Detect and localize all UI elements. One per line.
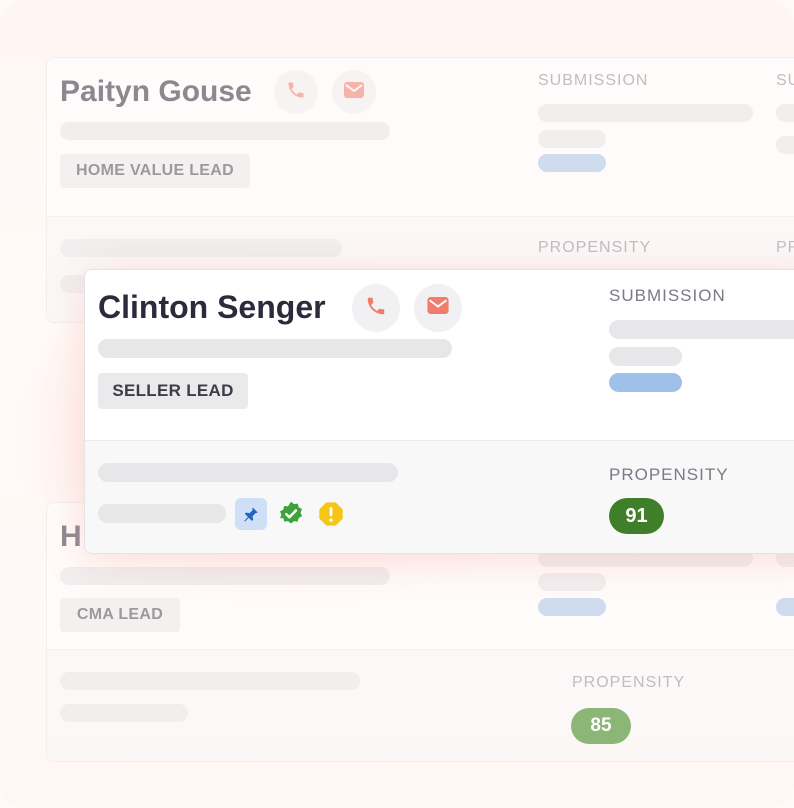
placeholder-bar [538,104,753,122]
placeholder-bar [776,136,794,154]
lead-name: Paityn Gouse [60,75,252,108]
placeholder-bar [60,567,390,585]
propensity-label-secondary: PR [776,239,794,256]
placeholder-bar [538,573,606,591]
propensity-label: PROPENSITY [609,465,729,484]
placeholder-bar-blue [609,373,682,392]
placeholder-bar [776,104,794,122]
warning-icon [315,498,347,530]
placeholder-bar-blue [776,598,794,616]
lead-card-clinton[interactable]: Clinton Senger SELLER LEAD SUBMISSION PR… [84,269,794,554]
submission-label-secondary: SU [776,72,794,89]
submission-label: SUBMISSION [538,72,649,89]
propensity-score: 85 [571,708,631,744]
placeholder-bar [609,320,794,339]
placeholder-bar [60,672,360,690]
propensity-label: PROPENSITY [538,239,652,256]
placeholder-bar-blue [538,598,606,616]
propensity-score: 91 [609,498,664,534]
placeholder-bar [60,704,188,722]
email-icon [343,81,365,104]
placeholder-bar [60,239,342,257]
placeholder-bar [98,339,452,358]
lead-type-tag: HOME VALUE LEAD [60,154,250,188]
call-button[interactable] [352,284,400,332]
placeholder-bar [538,130,606,148]
email-button[interactable] [414,284,462,332]
email-icon [426,296,450,320]
phone-icon [286,80,306,105]
email-button[interactable] [332,70,376,114]
lead-name: Clinton Senger [98,289,326,325]
placeholder-bar-blue [538,154,606,172]
placeholder-bar [609,347,682,366]
placeholder-bar [98,463,398,482]
submission-label: SUBMISSION [609,286,726,305]
lead-type-tag: CMA LEAD [60,598,180,632]
lead-type-tag: SELLER LEAD [98,373,248,409]
call-button[interactable] [274,70,318,114]
verified-badge-icon [275,498,307,530]
propensity-label: PROPENSITY [572,674,686,691]
placeholder-bar [98,504,226,523]
phone-icon [365,295,387,322]
placeholder-bar [60,122,390,140]
pin-icon[interactable] [235,498,267,530]
lead-name: H [60,520,82,553]
